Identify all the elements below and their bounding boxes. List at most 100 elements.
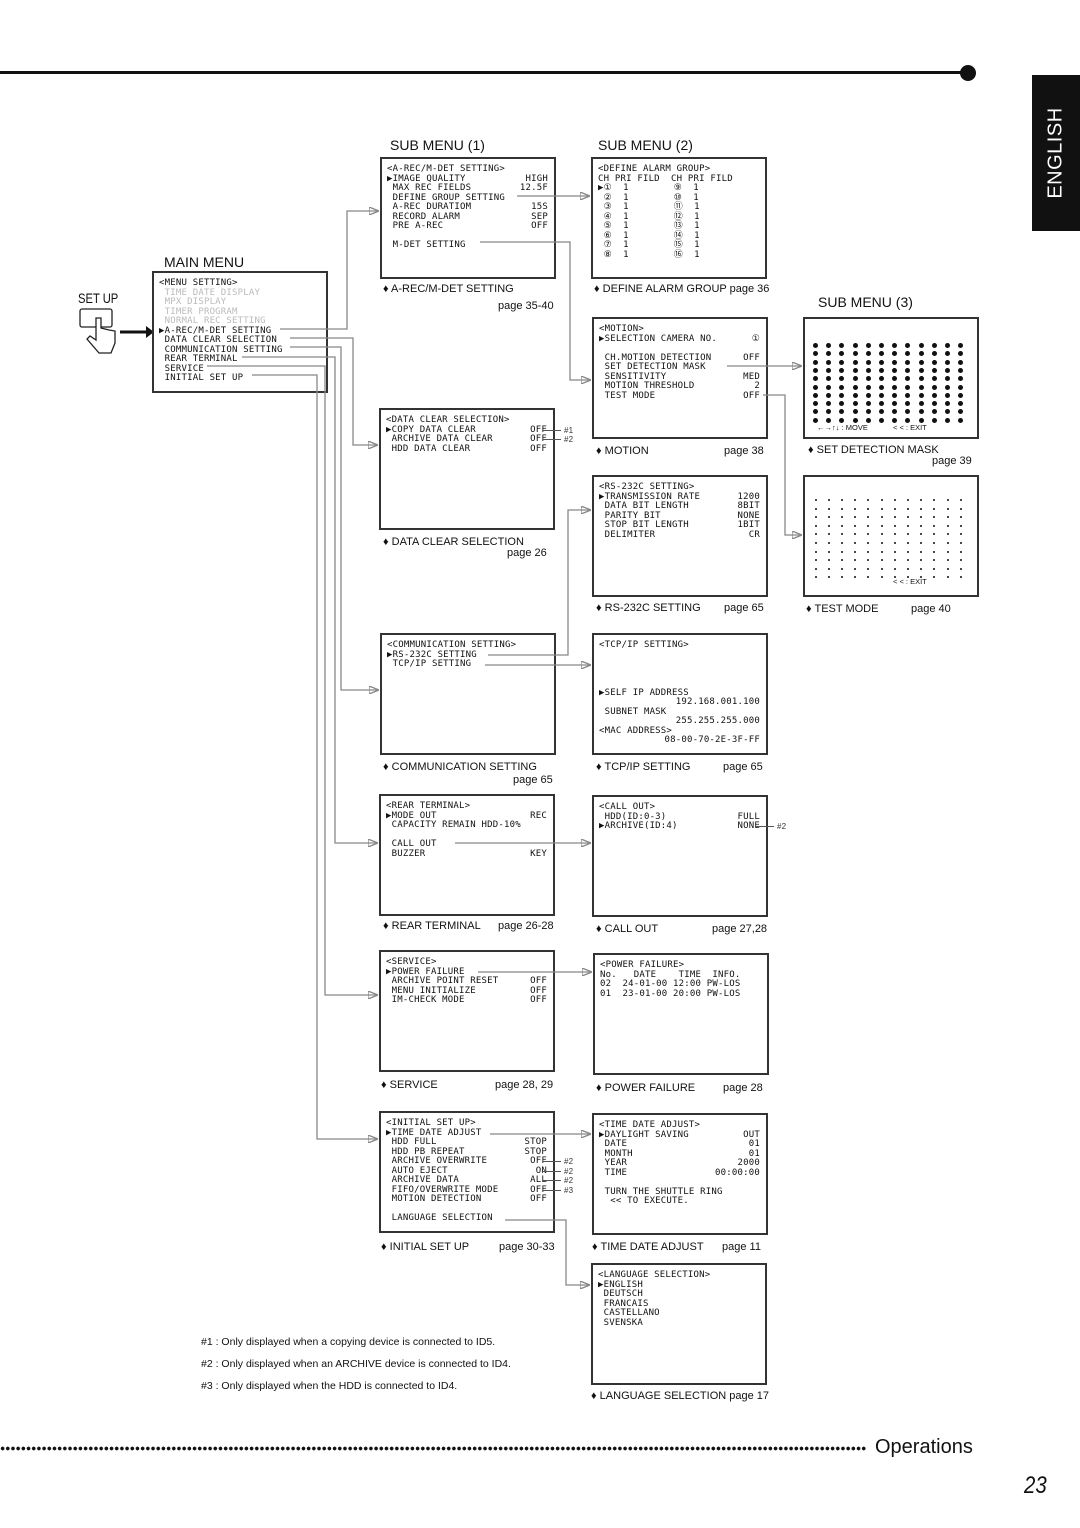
grid-dot[interactable] — [879, 376, 884, 382]
grid-dot[interactable] — [945, 367, 950, 373]
grid-dot[interactable] — [918, 384, 924, 390]
grid-dot[interactable] — [852, 401, 858, 407]
grid-dot[interactable] — [958, 351, 964, 357]
grid-dot[interactable] — [958, 409, 964, 415]
grid-dot[interactable] — [839, 359, 845, 365]
grid-dot[interactable] — [931, 351, 937, 357]
grid-dot[interactable] — [931, 401, 937, 407]
grid-dot[interactable] — [865, 343, 871, 348]
grid-dot[interactable] — [958, 367, 964, 373]
grid-dot[interactable] — [905, 384, 911, 390]
grid-dot[interactable] — [931, 384, 937, 390]
grid-dot[interactable] — [905, 359, 911, 365]
grid-dot[interactable] — [852, 351, 858, 357]
grid-dot[interactable] — [879, 409, 884, 415]
grid-dot[interactable] — [826, 367, 832, 373]
grid-dot[interactable] — [958, 401, 964, 407]
grid-dot[interactable] — [918, 367, 924, 373]
grid-dot[interactable] — [879, 351, 884, 357]
grid-dot[interactable] — [865, 409, 871, 415]
grid-dot[interactable] — [918, 376, 924, 382]
grid-dot[interactable] — [813, 376, 818, 382]
grid-dot[interactable] — [839, 376, 845, 382]
grid-dot[interactable] — [852, 409, 858, 415]
grid-dot[interactable] — [826, 376, 832, 382]
grid-dot[interactable] — [892, 343, 898, 348]
grid-dot[interactable] — [958, 392, 964, 398]
grid-dot[interactable] — [918, 343, 924, 348]
grid-dot[interactable] — [826, 384, 832, 390]
grid-dot[interactable] — [852, 376, 858, 382]
grid-dot[interactable] — [865, 351, 871, 357]
grid-dot[interactable] — [813, 392, 818, 398]
grid-dot[interactable] — [892, 417, 898, 423]
grid-dot[interactable] — [813, 359, 818, 365]
grid-dot[interactable] — [931, 367, 937, 373]
grid-dot[interactable] — [813, 351, 818, 357]
grid-dot[interactable] — [945, 384, 950, 390]
grid-dot[interactable] — [879, 359, 884, 365]
grid-dot[interactable] — [931, 343, 937, 348]
grid-dot[interactable] — [852, 392, 858, 398]
grid-dot[interactable] — [918, 409, 924, 415]
grid-dot[interactable] — [892, 359, 898, 365]
grid-dot[interactable] — [945, 401, 950, 407]
grid-dot[interactable] — [839, 367, 845, 373]
grid-dot[interactable] — [918, 401, 924, 407]
grid-dot[interactable] — [931, 392, 937, 398]
grid-dot[interactable] — [852, 343, 858, 348]
grid-dot[interactable] — [958, 376, 964, 382]
grid-dot[interactable] — [905, 376, 911, 382]
grid-dot[interactable] — [865, 367, 871, 373]
grid-dot[interactable] — [931, 376, 937, 382]
grid-dot[interactable] — [905, 409, 911, 415]
grid-dot[interactable] — [892, 384, 898, 390]
grid-dot[interactable] — [958, 359, 964, 365]
grid-dot[interactable] — [839, 384, 845, 390]
grid-dot[interactable] — [865, 401, 871, 407]
grid-dot[interactable] — [918, 359, 924, 365]
grid-dot[interactable] — [826, 417, 832, 423]
grid-dot[interactable] — [852, 367, 858, 373]
grid-dot[interactable] — [905, 392, 911, 398]
grid-dot[interactable] — [931, 417, 937, 423]
grid-dot[interactable] — [839, 401, 845, 407]
grid-dot[interactable] — [865, 392, 871, 398]
grid-dot[interactable] — [865, 359, 871, 365]
grid-dot[interactable] — [931, 359, 937, 365]
grid-dot[interactable] — [892, 376, 898, 382]
grid-dot[interactable] — [931, 409, 937, 415]
grid-dot[interactable] — [813, 367, 818, 373]
grid-dot[interactable] — [879, 367, 884, 373]
grid-dot[interactable] — [879, 392, 884, 398]
grid-dot[interactable] — [865, 376, 871, 382]
grid-dot[interactable] — [879, 384, 884, 390]
grid-dot[interactable] — [826, 343, 832, 348]
grid-dot[interactable] — [839, 417, 845, 423]
grid-dot[interactable] — [826, 392, 832, 398]
grid-dot[interactable] — [865, 384, 871, 390]
grid-dot[interactable] — [905, 367, 911, 373]
grid-dot[interactable] — [945, 351, 950, 357]
grid-dot[interactable] — [826, 351, 832, 357]
grid-dot[interactable] — [879, 343, 884, 348]
grid-dot[interactable] — [852, 417, 858, 423]
grid-dot[interactable] — [813, 401, 818, 407]
grid-dot[interactable] — [918, 351, 924, 357]
grid-dot[interactable] — [865, 417, 871, 423]
grid-dot[interactable] — [852, 359, 858, 365]
grid-dot[interactable] — [839, 409, 845, 415]
grid-dot[interactable] — [892, 409, 898, 415]
grid-dot[interactable] — [892, 392, 898, 398]
grid-dot[interactable] — [892, 401, 898, 407]
grid-dot[interactable] — [879, 401, 884, 407]
grid-dot[interactable] — [839, 392, 845, 398]
grid-dot[interactable] — [945, 392, 950, 398]
grid-dot[interactable] — [905, 417, 911, 423]
grid-dot[interactable] — [826, 409, 832, 415]
grid-dot[interactable] — [813, 409, 818, 415]
grid-dot[interactable] — [813, 343, 818, 348]
grid-dot[interactable] — [945, 343, 950, 348]
grid-dot[interactable] — [958, 417, 964, 423]
grid-dot[interactable] — [839, 351, 845, 357]
